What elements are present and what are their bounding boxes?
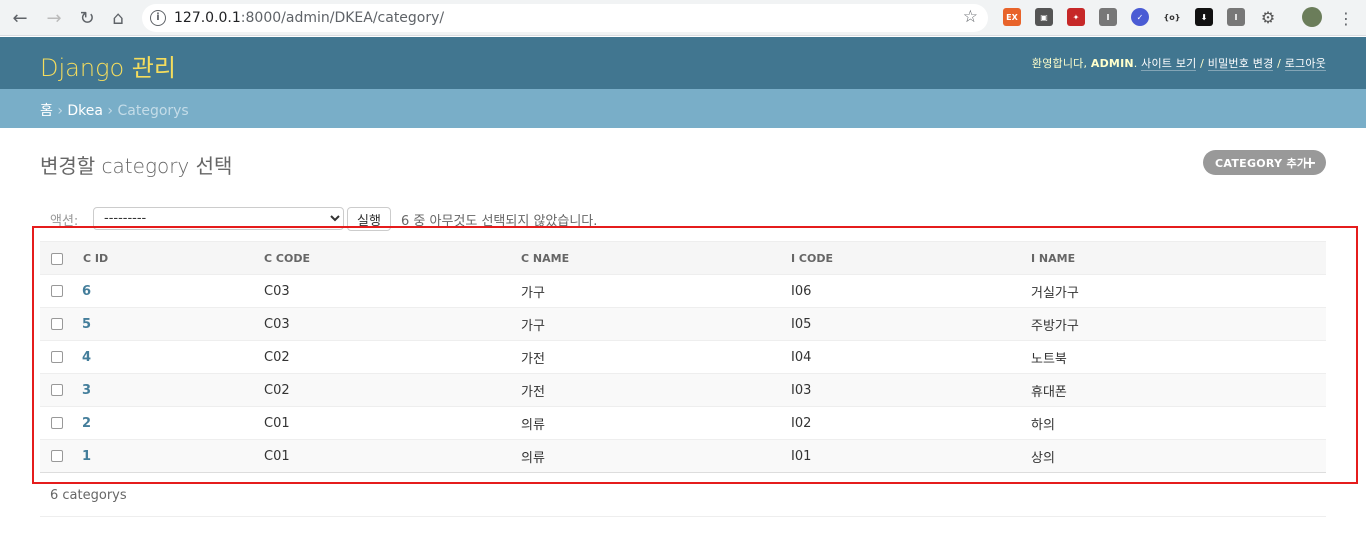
table-row: 6 C03 가구 I06 거실가구: [40, 274, 1326, 308]
table-row: 5 C03 가구 I05 주방가구: [40, 307, 1326, 341]
c-code-cell: C03: [264, 274, 521, 308]
breadcrumb-home[interactable]: 홈: [40, 103, 53, 119]
breadcrumb: 홈 › Dkea › Categorys: [0, 89, 1366, 128]
bookmark-star-icon[interactable]: ☆: [963, 7, 978, 27]
actions-bar: 액션: --------- 실행 6 중 아무것도 선택되지 않았습니다.: [40, 205, 1326, 235]
c-name-cell: 의류: [521, 406, 791, 440]
c-name-cell: 가구: [521, 274, 791, 308]
address-url[interactable]: 127.0.0.1:8000/admin/DKEA/category/: [174, 10, 444, 26]
row-checkbox[interactable]: [51, 285, 63, 297]
table-row: 1 C01 의류 I01 상의: [40, 439, 1326, 473]
row-select-cell: [40, 406, 82, 440]
c-id-link[interactable]: 2: [82, 416, 91, 431]
extension-download-icon[interactable]: ⬇: [1195, 8, 1213, 26]
i-code-cell: I03: [791, 373, 1031, 407]
reload-icon[interactable]: ↻: [75, 6, 99, 30]
home-icon[interactable]: ⌂: [106, 6, 130, 30]
table-header-row: C ID C CODE C NAME I CODE I NAME: [40, 241, 1326, 275]
c-name-cell: 가전: [521, 340, 791, 374]
back-icon[interactable]: ←: [8, 6, 32, 30]
add-category-label: CATEGORY 추가: [1215, 156, 1308, 170]
row-checkbox[interactable]: [51, 318, 63, 330]
i-code-cell: I02: [791, 406, 1031, 440]
user-tools: 환영합니다, ADMIN. 사이트 보기 / 비밀번호 변경 / 로그아웃: [1031, 57, 1326, 71]
row-select-cell: [40, 274, 82, 308]
selection-counter: 6 중 아무것도 선택되지 않았습니다.: [401, 214, 598, 229]
welcome-text: 환영합니다,: [1031, 57, 1088, 70]
plus-icon: +: [1303, 153, 1317, 172]
row-select-cell: [40, 307, 82, 341]
c-name-cell: 가전: [521, 373, 791, 407]
i-code-cell: I06: [791, 274, 1031, 308]
c-code-cell: C01: [264, 406, 521, 440]
table-row: 2 C01 의류 I02 하의: [40, 406, 1326, 440]
profile-avatar[interactable]: [1302, 7, 1322, 27]
action-select[interactable]: ---------: [93, 207, 344, 230]
row-checkbox[interactable]: [51, 450, 63, 462]
column-header-i-code[interactable]: I CODE: [791, 241, 1031, 275]
i-name-cell: 휴대폰: [1031, 373, 1326, 407]
breadcrumb-current: Categorys: [117, 103, 189, 119]
i-code-cell: I04: [791, 340, 1031, 374]
i-name-cell: 하의: [1031, 406, 1326, 440]
forward-icon[interactable]: →: [42, 6, 66, 30]
page-title: 변경할 category 선택: [40, 154, 233, 178]
extension-check-icon[interactable]: ✓: [1131, 8, 1149, 26]
admin-header: Django 관리 환영합니다, ADMIN. 사이트 보기 / 비밀번호 변경…: [0, 37, 1366, 89]
column-header-c-name[interactable]: C NAME: [521, 241, 791, 275]
view-site-link[interactable]: 사이트 보기: [1141, 57, 1197, 71]
result-list-table: C ID C CODE C NAME I CODE I NAME 6 C03 가…: [40, 241, 1326, 473]
column-header-i-name[interactable]: I NAME: [1031, 241, 1326, 275]
select-all-checkbox[interactable]: [51, 252, 63, 265]
row-select-cell: [40, 373, 82, 407]
column-header-c-code[interactable]: C CODE: [264, 241, 521, 275]
breadcrumb-app[interactable]: Dkea: [67, 103, 103, 119]
extension-screen-icon[interactable]: ▣: [1035, 8, 1053, 26]
i-name-cell: 거실가구: [1031, 274, 1326, 308]
c-id-link[interactable]: 1: [82, 449, 91, 464]
extension-ex-icon[interactable]: EX: [1003, 8, 1021, 26]
run-action-button[interactable]: 실행: [347, 207, 391, 231]
select-all-cell: [40, 241, 82, 275]
site-info-icon[interactable]: i: [150, 10, 166, 26]
c-name-cell: 의류: [521, 439, 791, 473]
c-code-cell: C03: [264, 307, 521, 341]
i-name-cell: 노트북: [1031, 340, 1326, 374]
paginator: 6 categorys: [40, 477, 1326, 517]
extension-i2-icon[interactable]: I: [1227, 8, 1245, 26]
c-id-link[interactable]: 3: [82, 383, 91, 398]
c-code-cell: C01: [264, 439, 521, 473]
extension-gear-icon[interactable]: ⚙: [1259, 8, 1277, 27]
extension-pdf-icon[interactable]: ✦: [1067, 8, 1085, 26]
c-code-cell: C02: [264, 340, 521, 374]
c-code-cell: C02: [264, 373, 521, 407]
table-row: 3 C02 가전 I03 휴대폰: [40, 373, 1326, 407]
action-label: 액션:: [50, 214, 79, 229]
c-name-cell: 가구: [521, 307, 791, 341]
username: ADMIN: [1090, 57, 1134, 70]
change-password-link[interactable]: 비밀번호 변경: [1207, 57, 1274, 71]
site-branding[interactable]: Django 관리: [40, 48, 176, 83]
extension-braces-icon[interactable]: {o}: [1163, 8, 1181, 26]
row-select-cell: [40, 340, 82, 374]
i-code-cell: I01: [791, 439, 1031, 473]
add-category-button[interactable]: CATEGORY 추가 +: [1203, 150, 1326, 175]
address-bar[interactable]: i 127.0.0.1:8000/admin/DKEA/category/ ☆: [142, 4, 988, 32]
table-row: 4 C02 가전 I04 노트북: [40, 340, 1326, 374]
row-select-cell: [40, 439, 82, 473]
menu-dots-icon[interactable]: ⋮: [1334, 6, 1358, 30]
logout-link[interactable]: 로그아웃: [1284, 57, 1326, 71]
browser-toolbar: ← → ↻ ⌂ i 127.0.0.1:8000/admin/DKEA/cate…: [0, 0, 1366, 36]
extension-i-icon[interactable]: I: [1099, 8, 1117, 26]
column-header-c-id[interactable]: C ID: [82, 241, 264, 275]
row-checkbox[interactable]: [51, 351, 63, 363]
c-id-link[interactable]: 4: [82, 350, 91, 365]
c-id-link[interactable]: 6: [82, 284, 91, 299]
i-name-cell: 상의: [1031, 439, 1326, 473]
row-checkbox[interactable]: [51, 384, 63, 396]
i-code-cell: I05: [791, 307, 1031, 341]
i-name-cell: 주방가구: [1031, 307, 1326, 341]
c-id-link[interactable]: 5: [82, 317, 91, 332]
row-checkbox[interactable]: [51, 417, 63, 429]
